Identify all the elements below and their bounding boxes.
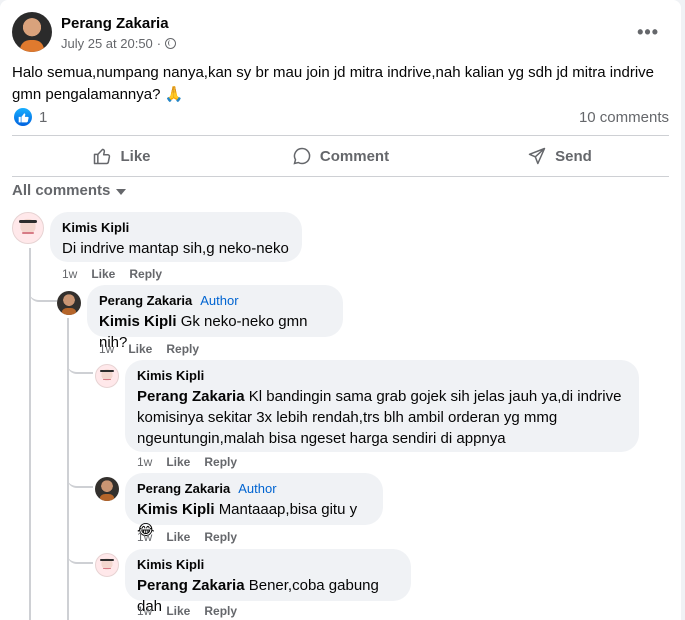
post-author-name[interactable]: Perang Zakaria	[61, 15, 169, 32]
comment-like-button[interactable]: Like	[166, 604, 190, 618]
author-badge: Author	[238, 481, 277, 496]
comment-meta: 1w Like Reply	[99, 342, 199, 356]
like-button[interactable]: Like	[12, 140, 231, 172]
comment-reply-button[interactable]: Reply	[166, 342, 199, 356]
post-stats: 1 10 comments	[12, 106, 669, 128]
author-avatar[interactable]	[12, 12, 52, 52]
comment-mention[interactable]: Kimis Kipli	[137, 501, 215, 518]
commenter-name[interactable]: Kimis Kipli	[137, 557, 204, 573]
thread-connector	[29, 280, 57, 302]
divider	[12, 135, 669, 136]
post-text: Halo semua,numpang nanya,kan sy br mau j…	[12, 64, 654, 103]
comment-meta: 1w Like Reply	[62, 267, 162, 281]
comment-mention[interactable]: Perang Zakaria	[137, 577, 245, 594]
send-label: Send	[555, 147, 592, 165]
more-options-icon[interactable]: •••	[637, 22, 659, 43]
commenter-name[interactable]: Kimis Kipli	[62, 220, 129, 236]
comment-bubble: Kimis Kipli Perang Zakaria Kl bandingin …	[125, 360, 639, 452]
commenter-avatar[interactable]	[95, 553, 119, 577]
divider	[12, 176, 669, 177]
globe-icon[interactable]	[165, 38, 177, 49]
comment-bubble: Perang Zakaria Author Kimis Kipli Mantaa…	[125, 473, 383, 539]
like-count[interactable]: 1	[39, 109, 47, 126]
comment-reply-button[interactable]: Reply	[204, 455, 237, 469]
comment-count[interactable]: 10 comments	[579, 109, 669, 126]
thread-connector	[67, 546, 93, 564]
comment-meta: 1w Like Reply	[137, 604, 237, 618]
send-button[interactable]: Send	[450, 140, 669, 172]
comment-bubble: Perang Zakaria Author Kimis Kipli Gk nek…	[87, 285, 343, 351]
commenter-avatar[interactable]	[57, 291, 81, 315]
comment-button[interactable]: Comment	[231, 140, 450, 172]
comment-meta: 1w Like Reply	[137, 455, 237, 469]
comment-text: Di indrive mantap sih,g neko-neko	[62, 240, 289, 257]
caret-down-icon	[116, 188, 127, 195]
comment-time[interactable]: 1w	[137, 455, 152, 469]
thumbs-up-icon	[94, 148, 111, 165]
like-reaction-icon[interactable]	[14, 108, 32, 126]
comment-time[interactable]: 1w	[62, 267, 77, 281]
comment-like-button[interactable]: Like	[128, 342, 152, 356]
commenter-avatar[interactable]	[95, 364, 119, 388]
post-actions: Like Comment Send	[12, 140, 669, 172]
like-label: Like	[120, 147, 151, 165]
comment-reply-button[interactable]: Reply	[129, 267, 162, 281]
comment-meta: 1w Like Reply	[137, 530, 237, 544]
thread-connector	[67, 470, 93, 488]
commenter-name[interactable]: Perang Zakaria	[137, 481, 230, 497]
comment-like-button[interactable]: Like	[166, 455, 190, 469]
commenter-name[interactable]: Kimis Kipli	[137, 368, 204, 384]
comment-time[interactable]: 1w	[99, 342, 114, 356]
commenter-avatar[interactable]	[95, 477, 119, 501]
commenter-name[interactable]: Perang Zakaria	[99, 293, 192, 309]
comment-time[interactable]: 1w	[137, 604, 152, 618]
comment-like-button[interactable]: Like	[91, 267, 115, 281]
send-icon	[528, 147, 546, 165]
author-badge: Author	[200, 293, 239, 308]
post-timestamp[interactable]: July 25 at 20:50	[61, 36, 153, 51]
comment-bubble: Kimis Kipli Di indrive mantap sih,g neko…	[50, 212, 302, 262]
comment-mention[interactable]: Kimis Kipli	[99, 313, 177, 330]
comment-bubble: Kimis Kipli Perang Zakaria Bener,coba ga…	[125, 549, 411, 615]
comment-label: Comment	[319, 147, 390, 165]
comment-reply-button[interactable]: Reply	[204, 604, 237, 618]
comment-like-button[interactable]: Like	[166, 530, 190, 544]
commenter-avatar[interactable]	[12, 212, 44, 244]
post-card: Perang Zakaria July 25 at 20:50 · ••• Ha…	[0, 0, 681, 620]
comment-mention[interactable]: Perang Zakaria	[137, 388, 245, 405]
comment-reply-button[interactable]: Reply	[204, 530, 237, 544]
thread-connector	[67, 356, 93, 374]
comment-time[interactable]: 1w	[137, 530, 152, 544]
post-header: Perang Zakaria July 25 at 20:50 · •••	[12, 12, 669, 54]
comment-bubble-icon	[293, 147, 311, 165]
post-meta: July 25 at 20:50 ·	[61, 36, 177, 51]
meta-separator: ·	[156, 36, 162, 51]
comments-filter[interactable]: All comments	[12, 182, 127, 199]
comments-filter-label: All comments	[12, 182, 111, 199]
thread-line	[29, 248, 31, 620]
